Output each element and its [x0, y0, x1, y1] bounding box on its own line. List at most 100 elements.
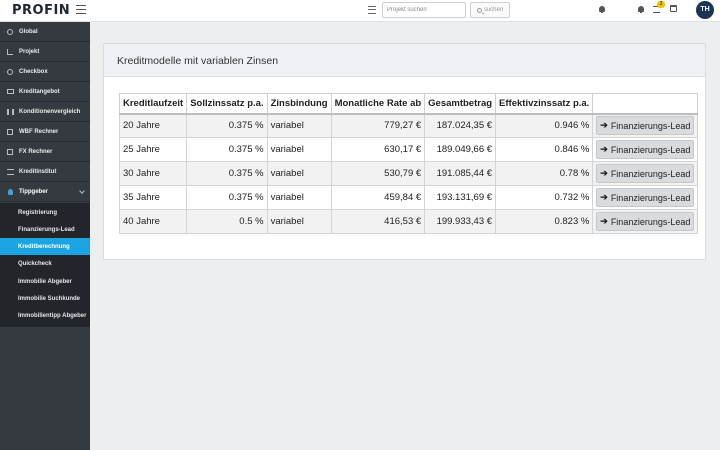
- cell-laufzeit: 25 Jahre: [118, 137, 188, 162]
- notification-bell-icon[interactable]: [599, 6, 605, 13]
- sidebar-item-label: WBF Rechner: [19, 128, 59, 135]
- sidebar-item-label: Global: [19, 28, 38, 35]
- cell-sollzinssatz: 0.375 %: [186, 113, 268, 138]
- list-icon[interactable]: [368, 6, 376, 14]
- finanzierungs-lead-button[interactable]: ➔ Finanzierungs-Lead: [596, 164, 695, 183]
- cell-zinsbindung: variabel: [266, 161, 332, 186]
- bank-icon: [6, 168, 14, 175]
- cell-gesamtbetrag: 199.933,43 €: [424, 209, 497, 234]
- user-avatar[interactable]: TH: [696, 1, 714, 19]
- sidebar-item-label: Projekt: [19, 48, 40, 55]
- calculator-icon: [7, 128, 13, 135]
- cell-sollzinssatz: 0.375 %: [186, 185, 268, 210]
- submenu-item-kreditberechnung[interactable]: Kreditberechnung: [0, 238, 90, 255]
- cell-laufzeit: 35 Jahre: [118, 185, 188, 210]
- cell-effektivzinssatz: 0.78 %: [495, 161, 594, 186]
- cell-sollzinssatz: 0.5 %: [186, 209, 268, 234]
- sidebar-item-label: Checkbox: [19, 68, 48, 75]
- table-row: 25 Jahre 0.375 % variabel 630,17 € 189.0…: [118, 137, 699, 162]
- cell-laufzeit: 30 Jahre: [118, 161, 188, 186]
- sidebar-item-checkbox[interactable]: Checkbox: [0, 62, 90, 82]
- finanzierungs-lead-button[interactable]: ➔ Finanzierungs-Lead: [596, 116, 695, 136]
- sidebar-item-fx-rechner[interactable]: FX Rechner: [0, 142, 90, 162]
- search-button-label: suchen: [483, 7, 504, 13]
- column-header-effektivzinssatz: Effektivzinssatz p.a.: [495, 93, 594, 115]
- finanzierungs-lead-button[interactable]: ➔ Finanzierungs-Lead: [596, 188, 695, 207]
- cell-gesamtbetrag: 191.085,44 €: [424, 161, 497, 186]
- cell-monatliche-rate: 779,27 €: [330, 113, 426, 138]
- column-header-sollzinssatz: Sollzinssatz p.a.: [186, 93, 268, 115]
- alerts-bell-icon[interactable]: [638, 6, 644, 13]
- column-header-kreditlaufzeit: Kreditlaufzeit: [118, 93, 188, 115]
- sidebar-item-label: FX Rechner: [19, 148, 53, 155]
- cell-gesamtbetrag: 187.024,35 €: [424, 113, 497, 138]
- card-icon: [6, 89, 14, 94]
- cell-gesamtbetrag: 193.131,69 €: [424, 185, 497, 210]
- chevron-down-icon: [79, 187, 85, 194]
- globe-icon: [7, 28, 13, 35]
- column-header-monatliche-rate: Monatliche Rate ab: [330, 93, 426, 115]
- check-circle-icon: [7, 68, 13, 75]
- button-label: Finanzierungs-Lead: [610, 120, 691, 131]
- sidebar-item-projekt[interactable]: Projekt: [0, 42, 90, 62]
- credit-models-panel: Kreditmodelle mit variablen Zinsen Kredi…: [103, 43, 706, 260]
- submenu-item-immobilie-suchkunde[interactable]: Immobilie Suchkunde: [0, 290, 90, 307]
- column-header-zinsbindung: Zinsbindung: [266, 93, 332, 115]
- cell-zinsbindung: variabel: [266, 137, 332, 162]
- cell-zinsbindung: variabel: [266, 209, 332, 234]
- table-row: 20 Jahre 0.375 % variabel 779,27 € 187.0…: [118, 113, 699, 138]
- finanzierungs-lead-button[interactable]: ➔ Finanzierungs-Lead: [596, 212, 695, 231]
- table-row: 40 Jahre 0.5 % variabel 416,53 € 199.933…: [118, 209, 699, 234]
- cell-zinsbindung: variabel: [266, 185, 332, 210]
- sidebar-item-label: Kreditinstitut: [19, 168, 57, 175]
- sidebar-item-label: Konditionenvergleich: [19, 108, 81, 115]
- cell-effektivzinssatz: 0.846 %: [495, 137, 594, 162]
- submenu-item-finanzierungs-lead[interactable]: Finanzierungs-Lead: [0, 221, 90, 238]
- button-label: Finanzierungs-Lead: [610, 192, 691, 203]
- sidebar-item-kreditinstitut[interactable]: Kreditinstitut: [0, 162, 90, 182]
- button-label: Finanzierungs-Lead: [610, 216, 691, 227]
- lightbulb-icon: [7, 188, 13, 195]
- cell-monatliche-rate: 459,84 €: [330, 185, 426, 210]
- sidebar-item-label: Tippgeber: [19, 188, 48, 195]
- hamburger-menu-icon[interactable]: [76, 5, 86, 14]
- tasks-count-badge: 3: [657, 1, 665, 8]
- sidebar-item-global[interactable]: Global: [0, 22, 90, 42]
- cell-effektivzinssatz: 0.823 %: [495, 209, 594, 234]
- bar-chart-icon: [6, 108, 14, 115]
- sidebar-item-kreditangebot[interactable]: Kreditangebot: [0, 82, 90, 102]
- sidebar: Global Projekt Checkbox Kreditangebot Ko…: [0, 22, 90, 450]
- submenu-item-immobilientipp-abgeber[interactable]: Immobilientipp Abgeber: [0, 307, 90, 324]
- logo[interactable]: PROFIN: [12, 3, 70, 18]
- cell-sollzinssatz: 0.375 %: [186, 161, 268, 186]
- arrow-right-icon: ➔: [600, 192, 608, 202]
- search-icon: [476, 7, 482, 13]
- box-icon: [7, 148, 13, 155]
- sidebar-item-konditionenvergleich[interactable]: Konditionenvergleich: [0, 102, 90, 122]
- cell-monatliche-rate: 416,53 €: [330, 209, 426, 234]
- cell-monatliche-rate: 630,17 €: [330, 137, 426, 162]
- arrow-right-icon: ➔: [600, 144, 608, 154]
- column-header-action: [592, 93, 699, 115]
- cell-gesamtbetrag: 189.049,66 €: [424, 137, 497, 162]
- finanzierungs-lead-button[interactable]: ➔ Finanzierungs-Lead: [596, 140, 695, 159]
- submenu-item-immobilie-abgeber[interactable]: Immobilie Abgeber: [0, 273, 90, 290]
- calendar-icon[interactable]: [670, 5, 677, 12]
- credit-models-table: Kreditlaufzeit Sollzinssatz p.a. Zinsbin…: [118, 93, 699, 234]
- cell-laufzeit: 20 Jahre: [118, 113, 188, 138]
- top-bar: PROFIN suchen 3 TH: [0, 0, 720, 22]
- sidebar-item-label: Kreditangebot: [19, 88, 60, 95]
- cell-sollzinssatz: 0.375 %: [186, 137, 268, 162]
- submenu-item-quickcheck[interactable]: Quickcheck: [0, 255, 90, 272]
- sidebar-item-wbf-rechner[interactable]: WBF Rechner: [0, 122, 90, 142]
- table-row: 35 Jahre 0.375 % variabel 459,84 € 193.1…: [118, 185, 699, 210]
- sidebar-item-tippgeber[interactable]: Tippgeber: [0, 182, 90, 202]
- project-search-input[interactable]: [382, 2, 466, 18]
- arrow-right-icon: ➔: [600, 168, 608, 178]
- sitemap-icon: [7, 48, 13, 55]
- cell-monatliche-rate: 530,79 €: [330, 161, 426, 186]
- submenu-item-registrierung[interactable]: Registrierung: [0, 204, 90, 221]
- cell-effektivzinssatz: 0.946 %: [495, 113, 594, 138]
- search-button[interactable]: suchen: [470, 2, 510, 18]
- panel-title: Kreditmodelle mit variablen Zinsen: [104, 44, 705, 77]
